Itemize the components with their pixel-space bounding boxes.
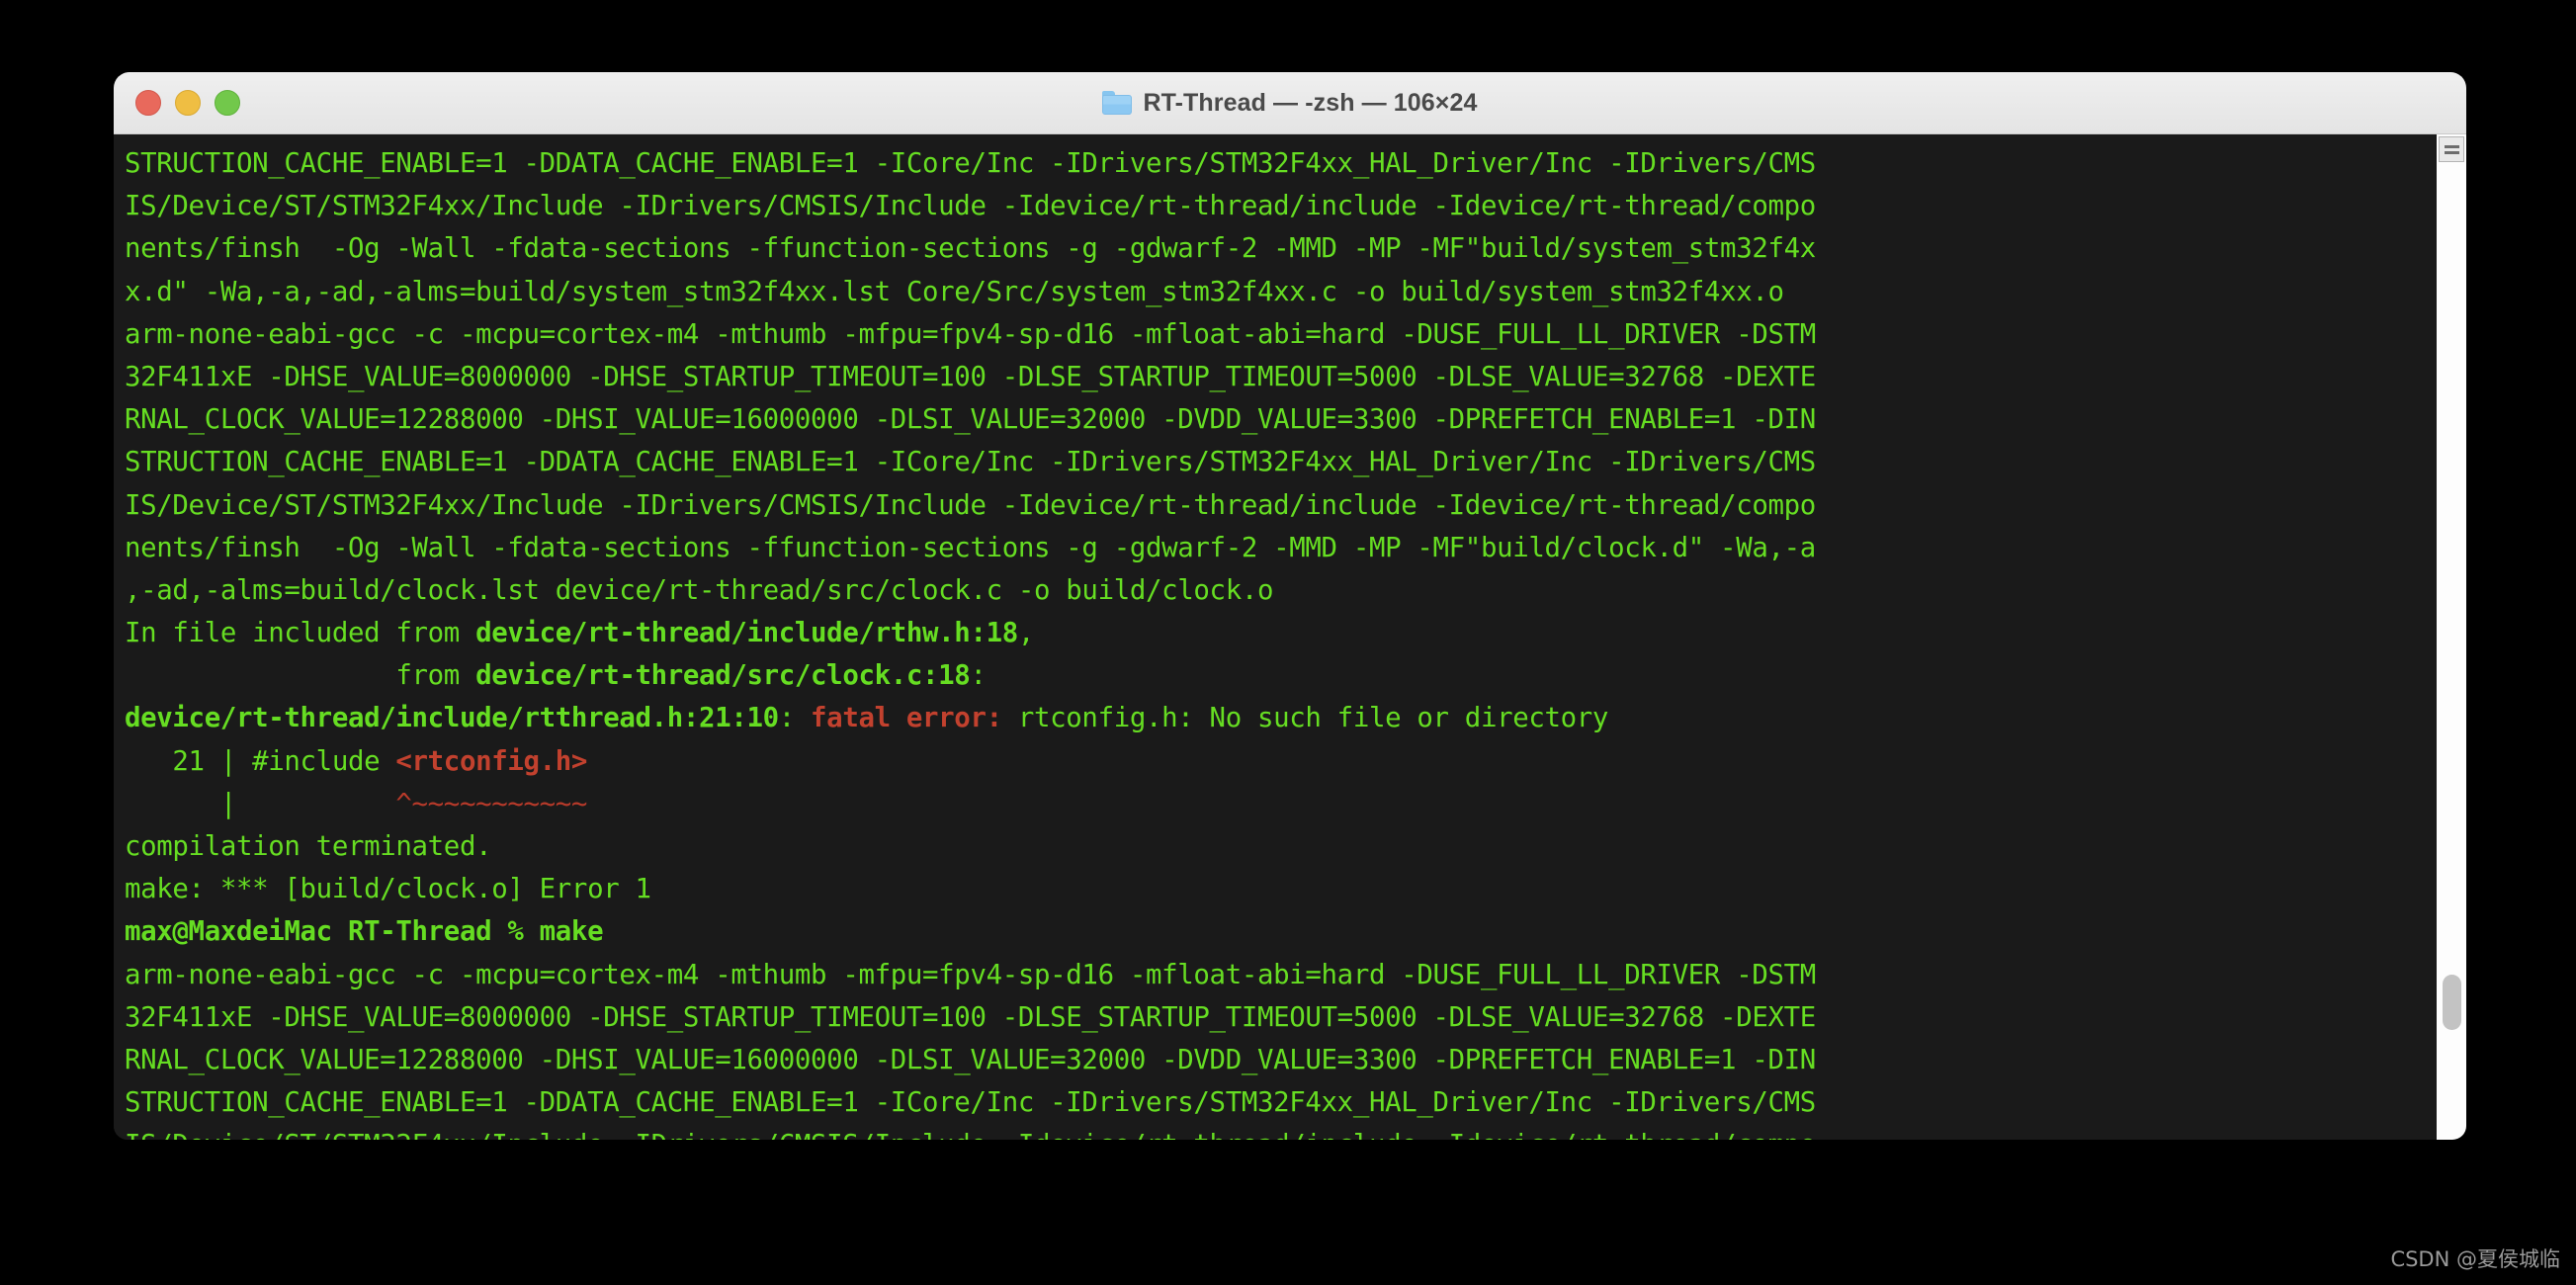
folder-icon <box>1102 91 1133 115</box>
terminal-line: arm-none-eabi-gcc -c -mcpu=cortex-m4 -mt… <box>125 313 2436 356</box>
terminal-text-run: : <box>970 660 987 692</box>
terminal-text-run: RNAL_CLOCK_VALUE=12288000 -DHSI_VALUE=16… <box>125 404 1816 436</box>
terminal-line: 21 | #include <rtconfig.h> <box>125 740 2436 783</box>
terminal-text-run: fatal error: <box>811 703 1002 734</box>
terminal-line: 32F411xE -DHSE_VALUE=8000000 -DHSE_START… <box>125 996 2436 1039</box>
window-title-group: RT-Thread — -zsh — 106×24 <box>114 89 2466 118</box>
minimize-button[interactable] <box>175 90 201 116</box>
scrollbar-thumb[interactable] <box>2443 974 2461 1030</box>
maximize-button[interactable] <box>215 90 240 116</box>
terminal-text-run: x.d" -Wa,-a,-ad,-alms=build/system_stm32… <box>125 276 1784 307</box>
terminal-text-run: device/rt-thread/src/clock.c:18 <box>475 660 971 692</box>
terminal-line: arm-none-eabi-gcc -c -mcpu=cortex-m4 -mt… <box>125 954 2436 996</box>
terminal-line: compilation terminated. <box>125 825 2436 868</box>
terminal-body[interactable]: STRUCTION_CACHE_ENABLE=1 -DDATA_CACHE_EN… <box>114 134 2466 1140</box>
terminal-text-run: : <box>778 703 812 734</box>
terminal-line: x.d" -Wa,-a,-ad,-alms=build/system_stm32… <box>125 271 2436 313</box>
terminal-text-run: nents/finsh -Og -Wall -fdata-sections -f… <box>125 532 1816 563</box>
terminal-line: In file included from device/rt-thread/i… <box>125 612 2436 654</box>
terminal-line: max@MaxdeiMac RT-Thread % make <box>125 910 2436 953</box>
terminal-text-run: rtconfig.h: No such file or directory <box>1001 703 1609 734</box>
terminal-text-run: In file included from <box>125 618 476 649</box>
terminal-text-run: arm-none-eabi-gcc -c -mcpu=cortex-m4 -mt… <box>125 318 1816 350</box>
terminal-line: STRUCTION_CACHE_ENABLE=1 -DDATA_CACHE_EN… <box>125 441 2436 483</box>
terminal-text-run: 21 | #include <box>125 745 396 777</box>
terminal-text-run: max@MaxdeiMac RT-Thread % make <box>125 916 604 948</box>
terminal-line: nents/finsh -Og -Wall -fdata-sections -f… <box>125 227 2436 270</box>
terminal-text-run: ^~~~~~~~~~~~ <box>395 788 588 819</box>
terminal-line: ,-ad,-alms=build/clock.lst device/rt-thr… <box>125 569 2436 612</box>
terminal-text-run: compilation terminated. <box>125 831 492 862</box>
terminal-text-run: device/rt-thread/include/rtthread.h:21:1… <box>125 703 779 734</box>
terminal-line: STRUCTION_CACHE_ENABLE=1 -DDATA_CACHE_EN… <box>125 1081 2436 1124</box>
terminal-text-run: arm-none-eabi-gcc -c -mcpu=cortex-m4 -mt… <box>125 959 1816 990</box>
terminal-line: IS/Device/ST/STM32F4xx/Include -IDrivers… <box>125 484 2436 527</box>
terminal-line: IS/Device/ST/STM32F4xx/Include -IDrivers… <box>125 1124 2436 1140</box>
terminal-text-run: IS/Device/ST/STM32F4xx/Include -IDrivers… <box>125 489 1816 521</box>
terminal-line: 32F411xE -DHSE_VALUE=8000000 -DHSE_START… <box>125 356 2436 398</box>
terminal-scrollbar[interactable] <box>2436 134 2466 1140</box>
terminal-text-run: | <box>125 788 396 819</box>
terminal-text-run: RNAL_CLOCK_VALUE=12288000 -DHSI_VALUE=16… <box>125 1044 1816 1075</box>
terminal-line: nents/finsh -Og -Wall -fdata-sections -f… <box>125 527 2436 569</box>
terminal-text-run: STRUCTION_CACHE_ENABLE=1 -DDATA_CACHE_EN… <box>125 148 1816 179</box>
terminal-text-run: device/rt-thread/include/rthw.h:18 <box>475 618 1018 649</box>
terminal-text-run: 32F411xE -DHSE_VALUE=8000000 -DHSE_START… <box>125 1001 1816 1033</box>
terminal-window[interactable]: RT-Thread — -zsh — 106×24 STRUCTION_CACH… <box>114 72 2466 1140</box>
terminal-line: device/rt-thread/include/rtthread.h:21:1… <box>125 697 2436 739</box>
terminal-text-run: IS/Device/ST/STM32F4xx/Include -IDrivers… <box>125 191 1816 222</box>
terminal-output[interactable]: STRUCTION_CACHE_ENABLE=1 -DDATA_CACHE_EN… <box>114 134 2436 1140</box>
terminal-text-run: from <box>125 660 476 692</box>
scroll-options-icon[interactable] <box>2439 136 2464 162</box>
window-title: RT-Thread — -zsh — 106×24 <box>1143 88 1478 117</box>
window-controls[interactable] <box>135 90 240 116</box>
terminal-line: RNAL_CLOCK_VALUE=12288000 -DHSI_VALUE=16… <box>125 1039 2436 1081</box>
terminal-text-run: STRUCTION_CACHE_ENABLE=1 -DDATA_CACHE_EN… <box>125 1087 1816 1119</box>
close-button[interactable] <box>135 90 161 116</box>
terminal-text-run: STRUCTION_CACHE_ENABLE=1 -DDATA_CACHE_EN… <box>125 447 1816 478</box>
terminal-text-run: , <box>1017 618 1035 649</box>
window-title-bar[interactable]: RT-Thread — -zsh — 106×24 <box>114 72 2466 134</box>
terminal-line: STRUCTION_CACHE_ENABLE=1 -DDATA_CACHE_EN… <box>125 142 2436 185</box>
watermark: CSDN @夏侯城临 <box>2390 1247 2560 1271</box>
terminal-line: IS/Device/ST/STM32F4xx/Include -IDrivers… <box>125 185 2436 227</box>
terminal-line: from device/rt-thread/src/clock.c:18: <box>125 654 2436 697</box>
terminal-text-run: nents/finsh -Og -Wall -fdata-sections -f… <box>125 233 1816 265</box>
terminal-text-run: IS/Device/ST/STM32F4xx/Include -IDrivers… <box>125 1130 1816 1140</box>
terminal-text-run: ,-ad,-alms=build/clock.lst device/rt-thr… <box>125 574 1274 606</box>
terminal-line: RNAL_CLOCK_VALUE=12288000 -DHSI_VALUE=16… <box>125 398 2436 441</box>
terminal-text-run: 32F411xE -DHSE_VALUE=8000000 -DHSE_START… <box>125 361 1816 392</box>
terminal-text-run: make: *** [build/clock.o] Error 1 <box>125 874 651 905</box>
terminal-text-run: <rtconfig.h> <box>395 745 588 777</box>
terminal-line: make: *** [build/clock.o] Error 1 <box>125 868 2436 910</box>
terminal-line: | ^~~~~~~~~~~~ <box>125 783 2436 825</box>
